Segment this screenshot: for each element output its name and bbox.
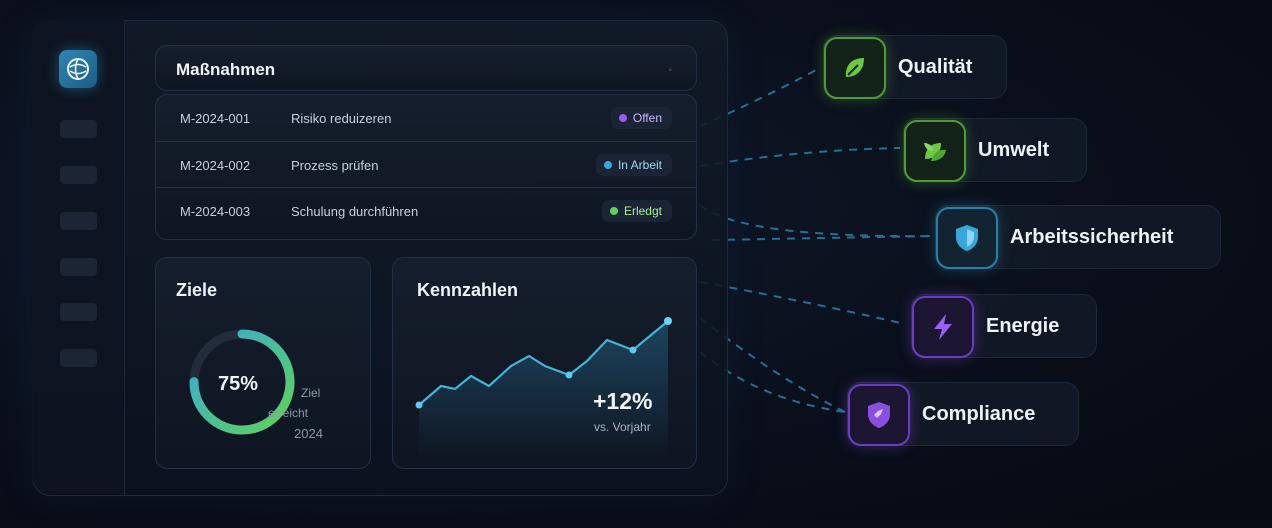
connector-line-safety <box>699 204 935 238</box>
category-quality[interactable]: Qualität <box>823 35 1007 99</box>
eco-leaves-icon <box>904 120 966 182</box>
measure-id: M-2024-003 <box>180 204 251 219</box>
category-label: Energie <box>986 315 1060 337</box>
category-label: Arbeitssicherheit <box>1010 226 1174 248</box>
status-dot <box>609 207 618 215</box>
measures-title: Maßnahmen <box>176 60 276 79</box>
category-safety[interactable]: Arbeitssicherheit <box>935 205 1221 269</box>
measures-table: M-2024-001 Risiko reduizeren Offen M-202… <box>155 94 697 240</box>
globe-logo-icon <box>67 58 89 80</box>
goals-annotation-reached: erreicht <box>268 406 309 420</box>
kpi-point-start <box>415 401 423 409</box>
measure-task: Risiko reduizeren <box>291 111 392 126</box>
sidebar <box>32 20 125 494</box>
compliance-shield-icon <box>848 384 910 446</box>
kpi-trend-chart <box>415 317 672 458</box>
category-label: Umwelt <box>978 139 1050 161</box>
connector-line-energy <box>699 281 906 325</box>
kpi-card[interactable]: Kennzahlen +12% vs. Vorjahr <box>392 257 697 469</box>
goals-title: Ziele <box>176 280 218 300</box>
kpi-growth-caption: vs. Vorjahr <box>594 420 651 434</box>
status-dot <box>618 114 627 122</box>
connector-line-environment <box>699 147 901 167</box>
table-row[interactable]: M-2024-001 Risiko reduizeren Offen <box>156 95 696 141</box>
connector-line-safety-2 <box>711 235 935 241</box>
goals-card[interactable]: Ziele 75% Ziel erreicht 2024 <box>155 257 371 469</box>
goals-percent: 75% <box>218 373 259 395</box>
status-badge: Erledgt <box>601 200 672 222</box>
status-dot <box>603 161 612 169</box>
status-label: In Arbeit <box>617 158 662 172</box>
category-label: Compliance <box>922 403 1036 425</box>
measure-id: M-2024-002 <box>180 158 251 173</box>
measure-id: M-2024-001 <box>180 111 251 126</box>
goals-annotation-year: 2024 <box>294 426 323 441</box>
sidebar-item-4[interactable] <box>60 258 97 276</box>
table-row[interactable]: M-2024-002 Prozess prüfen In Arbeit <box>156 141 696 188</box>
sidebar-item-5[interactable] <box>60 303 97 321</box>
goals-annotation-goal: Ziel <box>301 386 321 400</box>
category-label: Qualität <box>898 56 973 78</box>
kpi-point-mid <box>565 371 573 379</box>
kpi-point-end <box>664 317 672 325</box>
status-badge: Offen <box>610 107 672 129</box>
sidebar-item-1[interactable] <box>60 120 97 138</box>
sidebar-item-2[interactable] <box>60 166 97 184</box>
more-icon[interactable]: ◦ <box>668 65 672 76</box>
table-row[interactable]: M-2024-003 Schulung durchführen Erledgt <box>156 187 696 234</box>
lightning-icon <box>912 296 974 358</box>
sidebar-item-6[interactable] <box>60 349 97 367</box>
measures-header: Maßnahmen ◦ <box>155 45 697 91</box>
status-label: Erledgt <box>623 204 662 218</box>
app-logo[interactable] <box>59 50 97 88</box>
category-compliance[interactable]: Compliance <box>847 382 1079 446</box>
sidebar-item-3[interactable] <box>60 212 97 230</box>
status-badge: In Arbeit <box>595 154 672 176</box>
shield-icon <box>936 207 998 269</box>
status-label: Offen <box>632 111 662 125</box>
kpi-growth-value: +12% <box>593 388 653 414</box>
measure-task: Prozess prüfen <box>291 158 379 173</box>
kpi-point-late <box>629 346 637 354</box>
category-energy[interactable]: Energie <box>911 294 1097 358</box>
measure-task: Schulung durchführen <box>291 204 419 219</box>
leaf-icon <box>824 37 886 99</box>
category-environment[interactable]: Umwelt <box>903 118 1087 182</box>
